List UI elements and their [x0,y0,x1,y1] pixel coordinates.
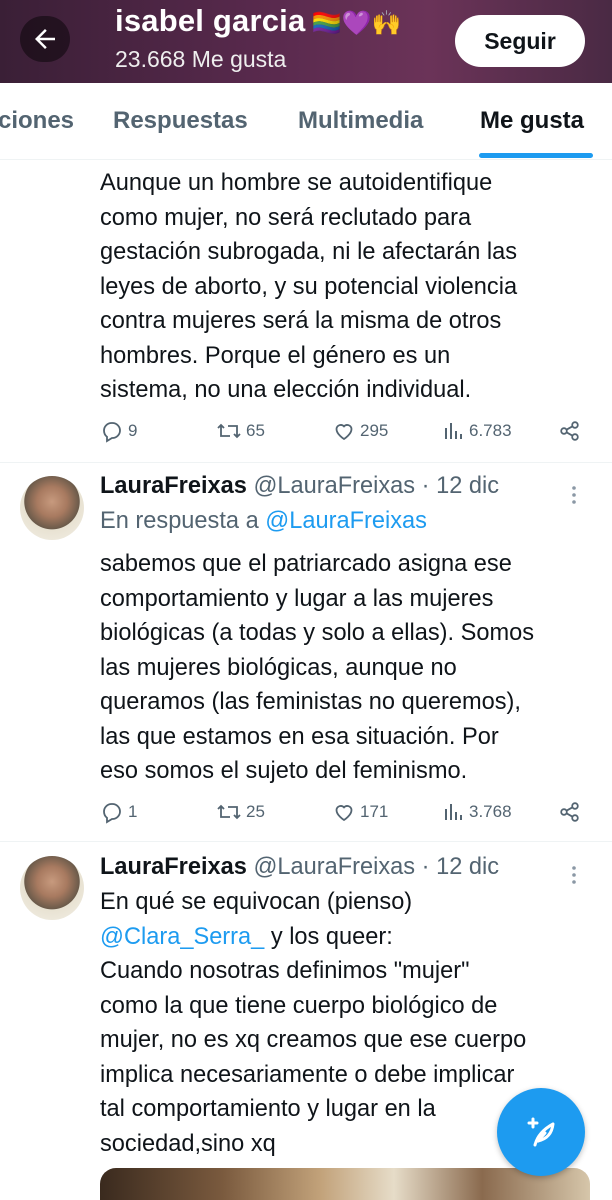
more-options-button[interactable] [570,865,578,885]
tweet-text-line: biológicas (a todas y solo a ellas). Som… [100,620,535,646]
compose-button[interactable] [497,1088,585,1176]
tweet-actions: 1 25 171 3.768 [100,797,590,827]
reply-context: En respuesta a @LauraFreixas [100,508,427,535]
tweet-text-line: leyes de aborto, y su potencial violenci… [100,273,518,300]
like-button[interactable]: 295 [332,416,388,446]
retweet-icon [217,423,241,439]
avatar[interactable] [20,476,84,540]
avatar[interactable] [20,856,84,920]
tab-me-gusta[interactable]: Me gusta [480,107,584,135]
share-button[interactable] [558,797,582,827]
heart-icon [335,424,353,441]
reply-icon [103,803,121,824]
reply-to-link[interactable]: @LauraFreixas [265,508,427,534]
tweet-text: sabemos que el patriarcado asigna ese co… [100,547,605,789]
share-button[interactable] [558,416,582,446]
more-vertical-icon [572,486,576,504]
profile-header: isabel garcia 🏳️‍🌈💜🙌 23.668 Me gusta Segu… [0,0,612,83]
profile-name-emoji: 🏳️‍🌈💜🙌 [311,9,402,37]
tweet-text-line: las mujeres biológicas, aunque no [100,654,457,681]
reply-count: 9 [128,421,138,440]
tweet[interactable]: Aunque un hombre se autoidentifique como… [0,160,612,462]
tweet[interactable]: LauraFreixas @LauraFreixas · 12 dic En r… [0,463,612,841]
like-button[interactable]: 171 [332,797,388,827]
author-handle[interactable]: @LauraFreixas [253,473,415,499]
tweet-text-line: @Clara_Serra_ y los queer: [100,920,605,955]
reply-count: 1 [128,802,138,821]
views-icon [445,423,462,439]
tweet-text-line: gestación subrogada, ni le afectarán las [100,239,518,265]
compose-feather-icon [527,1117,555,1147]
back-button[interactable] [20,16,70,62]
views-button[interactable]: 6.783 [443,416,512,446]
tweet-date[interactable]: · 12 dic [422,473,499,499]
like-count: 295 [360,421,389,440]
tab-multimedia[interactable]: Multimedia [298,107,423,135]
tab-respuestas[interactable]: Respuestas [113,107,248,135]
reply-prefix: En respuesta a [100,508,259,534]
views-icon [445,804,462,820]
tweet-text-line: sistema, no una elección individual. [100,377,472,403]
more-options-button[interactable] [570,485,578,505]
tweet-text-line: comportamiento y lugar a las mujeres [100,585,494,612]
tweet-date[interactable]: · 12 dic [422,854,499,880]
like-count: 171 [360,802,389,821]
author-handle[interactable]: @LauraFreixas [253,854,415,880]
profile-name: isabel garcia 🏳️‍🌈💜🙌 [115,3,402,39]
tweet-actions: 9 65 295 6.783 [100,416,590,446]
views-count: 3.768 [469,802,512,821]
tweet-text-line: las que estamos en esa situación. Por [100,723,499,750]
tweet-text-line: como mujer, no será reclutado para [100,204,472,231]
retweet-button[interactable]: 25 [216,797,265,827]
author-name[interactable]: LauraFreixas [100,473,247,499]
tweet-text-line: queramos (las feministas no queremos), [100,689,521,715]
author-name[interactable]: LauraFreixas [100,854,247,880]
tweet-text-line: implica necesariamente o debe implicar [100,1061,515,1088]
reply-button[interactable]: 1 [100,797,137,827]
profile-tabs: ciones Respuestas Multimedia Me gusta [0,83,612,160]
retweet-count: 25 [246,802,265,821]
tweet-text-line: En qué se equivocan (pienso) [100,889,413,915]
profile-name-text: isabel garcia [115,3,306,38]
active-tab-indicator [479,153,593,158]
tweet-text-line: mujer, no es xq creamos que ese cuerpo [100,1027,527,1053]
tweet-text-line: hombres. Porque el género es un [100,342,451,369]
retweet-count: 65 [246,421,265,440]
tab-menciones[interactable]: ciones [0,107,74,135]
retweet-icon [217,804,241,820]
tweet-text-line: Cuando nosotras definimos "mujer" [100,958,470,984]
reply-button[interactable]: 9 [100,416,137,446]
views-count: 6.783 [469,421,512,440]
tweet-text-line: como la que tiene cuerpo biológico de [100,992,498,1019]
tweet-text: Aunque un hombre se autoidentifique como… [100,166,600,408]
mention-link[interactable]: @Clara_Serra_ [100,924,264,950]
tweet-text-line: eso somos el sujeto del feminismo. [100,758,468,784]
share-icon [560,421,579,441]
mention-suffix: y los queer: [264,923,393,950]
follow-button[interactable]: Seguir [455,15,585,67]
reply-icon [103,422,121,443]
share-icon [560,802,579,822]
tweet-header: LauraFreixas @LauraFreixas · 12 dic [100,473,499,500]
retweet-button[interactable]: 65 [216,416,265,446]
arrow-left-icon [35,29,55,49]
tweet-text-line: sabemos que el patriarcado asigna ese [100,551,512,577]
tweet-text-line: Aunque un hombre se autoidentifique [100,170,493,196]
likes-count: 23.668 Me gusta [115,46,287,72]
tweet-media-image[interactable] [100,1168,590,1200]
more-vertical-icon [572,866,576,884]
views-button[interactable]: 3.768 [443,797,512,827]
tweet-text-line: contra mujeres será la misma de otros [100,308,502,334]
tweet-header: LauraFreixas @LauraFreixas · 12 dic [100,854,499,881]
heart-icon [335,805,353,822]
